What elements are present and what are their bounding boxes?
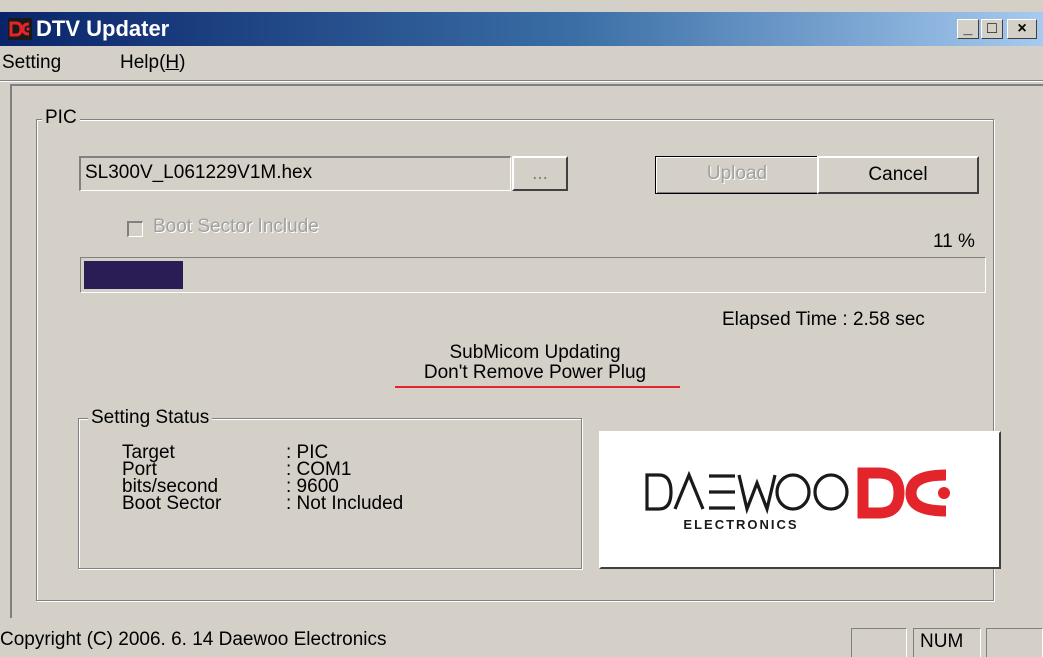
menu-setting[interactable]: Setting <box>2 50 61 76</box>
menu-help-suffix: ) <box>179 52 186 73</box>
boot-sector-checkbox[interactable] <box>127 221 143 237</box>
progress-fill <box>84 261 183 289</box>
status-pane-num: NUM <box>913 628 981 657</box>
dtv-updater-window: DTV Updater _ □ × Setting Help(H) PIC SL… <box>0 0 1043 657</box>
update-message: SubMicom Updating Don't Remove Power Plu… <box>380 343 690 383</box>
status-value: : Not Included <box>286 493 404 514</box>
maximize-icon: □ <box>987 20 997 37</box>
progress-bar <box>80 257 986 293</box>
close-button[interactable]: × <box>1007 19 1037 39</box>
message-line-2: Don't Remove Power Plug <box>423 362 647 383</box>
progress-percent: 11 % <box>933 231 975 252</box>
maximize-button[interactable]: □ <box>981 19 1003 39</box>
daewoo-app-icon <box>8 18 32 40</box>
message-line-1: SubMicom Updating <box>449 342 621 363</box>
minimize-button[interactable]: _ <box>957 19 979 39</box>
menu-help-mnemonic: H <box>165 52 180 73</box>
menu-bar: Setting Help(H) <box>0 48 1043 78</box>
message-underline <box>395 386 680 388</box>
elapsed-time: Elapsed Time : 2.58 sec <box>722 309 925 330</box>
menu-separator <box>0 80 1043 82</box>
menu-help[interactable]: Help(H) <box>120 50 185 76</box>
minimize-icon: _ <box>963 20 973 37</box>
boot-sector-label: Boot Sector Include <box>153 216 319 237</box>
pic-group-label: PIC <box>42 107 80 129</box>
browse-button[interactable]: ... <box>512 156 568 191</box>
status-key: Boot Sector <box>122 493 222 514</box>
setting-status-label: Setting Status <box>88 407 213 429</box>
status-bar-text: Copyright (C) 2006. 6. 14 Daewoo Electro… <box>0 629 387 650</box>
daewoo-logo: ELECTRONICS <box>645 467 950 532</box>
status-pane-caps <box>851 628 907 657</box>
close-icon: × <box>1017 20 1027 37</box>
title-bar[interactable]: DTV Updater _ □ × <box>0 12 1043 46</box>
cancel-button[interactable]: Cancel <box>817 156 979 194</box>
status-pane-scroll <box>986 628 1043 657</box>
logo-sub-text: ELECTRONICS <box>683 517 798 532</box>
daewoo-logo-panel: ELECTRONICS <box>599 431 1001 569</box>
menu-help-prefix: Help( <box>120 52 166 73</box>
file-path-field[interactable]: SL300V_L061229V1M.hex <box>79 156 511 191</box>
upload-button[interactable]: Upload <box>655 156 819 194</box>
window-title: DTV Updater <box>36 16 170 41</box>
